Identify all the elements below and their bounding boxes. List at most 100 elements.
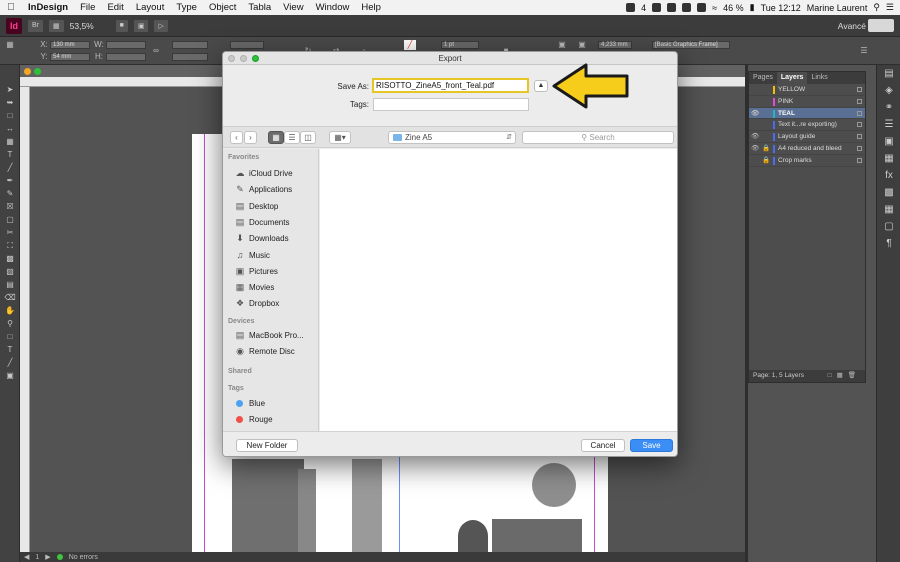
fit-frame-icon[interactable]: ▣ (576, 40, 588, 50)
swatches-panel-icon[interactable]: ▦ (877, 150, 900, 167)
width-field[interactable] (106, 41, 146, 49)
preflight-status[interactable]: No errors (69, 554, 98, 561)
layer-target-box[interactable] (857, 110, 862, 116)
location-popup[interactable]: Zine A5 ⇵ (388, 131, 516, 144)
menu-object[interactable]: Object (203, 2, 242, 13)
gap-tool-icon[interactable]: ↔ (0, 122, 20, 135)
object-style-field[interactable]: [Basic Graphics Frame] (652, 41, 730, 49)
sidebar-item[interactable]: ▤ Desktop (234, 200, 279, 213)
visibility-icon[interactable]: 👁 (751, 108, 759, 120)
rotation-field[interactable] (230, 41, 264, 49)
lock-icon[interactable]: 🔒 (762, 143, 770, 155)
reference-point-icon[interactable]: ▦ (4, 40, 16, 50)
tab-pages[interactable]: Pages (749, 72, 777, 84)
sidebar-item[interactable]: ♫ Music (234, 249, 270, 262)
lock-icon[interactable]: 🔒 (762, 155, 770, 167)
menu-table[interactable]: Tabla (242, 2, 277, 13)
save-button[interactable]: Save (630, 439, 673, 452)
menu-type[interactable]: Type (170, 2, 203, 13)
sidebar-item[interactable]: ▦ Movies (234, 281, 275, 294)
pages-panel-icon[interactable]: ▤ (877, 65, 900, 82)
view-options-button[interactable]: ▦ (49, 19, 64, 32)
menu-edit[interactable]: Edit (101, 2, 129, 13)
lock-status-icon[interactable] (697, 3, 707, 12)
menu-window[interactable]: Window (310, 2, 356, 13)
minimize-window-icon[interactable] (240, 55, 247, 62)
expand-dialog-button[interactable]: ▲ (534, 80, 548, 92)
links-panel-icon[interactable]: ⚭ (877, 99, 900, 116)
visibility-icon[interactable]: 👁 (751, 143, 759, 155)
fitting-icon[interactable]: ▣ (556, 40, 568, 50)
sidebar-item[interactable]: ❖ Dropbox (234, 297, 279, 310)
content-collector-icon[interactable]: ▦ (0, 135, 20, 148)
sidebar-item[interactable]: ▣ Pictures (234, 265, 278, 278)
layer-row[interactable]: 👁 TEAL (749, 107, 865, 120)
extension-status-icon[interactable] (682, 3, 692, 12)
measure-field[interactable]: 4,233 mm (598, 41, 632, 49)
apple-menu-icon[interactable]:  (0, 2, 22, 13)
icon-view-button[interactable]: ▦ (268, 131, 284, 144)
layers-footer-actions[interactable]: □▦🗑 (828, 370, 861, 382)
scissors-tool-icon[interactable]: ✂ (0, 226, 20, 239)
close-window-icon[interactable] (228, 55, 235, 62)
layers-panel-icon[interactable]: ◈ (877, 82, 900, 99)
layer-target-box[interactable] (857, 98, 862, 104)
layer-row[interactable]: PINK (749, 96, 865, 108)
layer-target-box[interactable] (857, 87, 862, 92)
gradient-swatch-tool-icon[interactable]: ▩ (0, 252, 20, 265)
first-page-icon[interactable]: ◀ (24, 553, 29, 561)
layer-row[interactable]: 👁 🔒 A4 reduced and bleed (749, 143, 865, 155)
stroke-panel-icon[interactable]: ☰ (877, 116, 900, 133)
formatting-affects-icon[interactable]: T (0, 343, 20, 356)
menu-help[interactable]: Help (355, 2, 387, 13)
arrange-button[interactable]: ▦▾ (329, 131, 351, 144)
free-transform-tool-icon[interactable]: ⛶ (0, 239, 20, 252)
battery-icon[interactable]: ▮ (750, 2, 755, 13)
layer-row[interactable]: YELLOW (749, 84, 865, 96)
eyedropper-tool-icon[interactable]: ⌫ (0, 291, 20, 304)
hand-tool-icon[interactable]: ✋ (0, 304, 20, 317)
tags-input[interactable] (373, 98, 529, 111)
vertical-ruler[interactable] (20, 87, 30, 552)
height-field[interactable] (106, 53, 146, 61)
paragraph-styles-panel-icon[interactable]: ¶ (877, 235, 900, 252)
new-folder-button[interactable]: New Folder (236, 439, 298, 452)
zoom-tool-icon[interactable]: ⚲ (0, 317, 20, 330)
sidebar-item[interactable]: ✎ Applications (234, 183, 292, 196)
layer-row[interactable]: 👁 Layout guide (749, 131, 865, 143)
note-tool-icon[interactable]: ▤ (0, 278, 20, 291)
object-styles-panel-icon[interactable]: ▢ (877, 218, 900, 235)
fill-none-icon[interactable]: ╱ (404, 40, 416, 50)
screen-mode-icon[interactable]: ▣ (0, 369, 20, 382)
bridge-button[interactable]: Br (28, 19, 43, 32)
clock[interactable]: Tue 12:12 (761, 3, 801, 13)
tab-layers[interactable]: Layers (776, 72, 808, 84)
page-tool-icon[interactable]: □ (0, 109, 20, 122)
rectangle-frame-tool-icon[interactable]: ☒ (0, 200, 20, 213)
menu-layout[interactable]: Layout (130, 2, 171, 13)
color-panel-icon[interactable]: ▣ (877, 133, 900, 150)
share-button[interactable]: ▷ (154, 19, 168, 32)
sidebar-item[interactable]: ☁ iCloud Drive (234, 167, 293, 180)
selection-tool-icon[interactable]: ➤ (0, 83, 20, 96)
visibility-icon[interactable]: 👁 (751, 131, 759, 143)
apply-none-icon[interactable]: ╱ (0, 356, 20, 369)
scale-x-field[interactable] (172, 41, 208, 49)
layer-target-box[interactable] (857, 134, 862, 140)
pen-tool-icon[interactable]: ✒ (0, 174, 20, 187)
filename-input[interactable]: RISOTTO_ZineA5_front_Teal.pdf (372, 78, 529, 93)
stroke-weight-field[interactable]: 1 pt (441, 41, 479, 49)
help-search-field[interactable] (868, 19, 894, 32)
sidebar-item[interactable]: ▤ MacBook Pro... (234, 329, 304, 342)
sidebar-item[interactable]: ◉ Remote Disc (234, 345, 295, 358)
panel-menu-icon[interactable]: ☰ (858, 46, 870, 56)
rectangle-tool-icon[interactable]: ▢ (0, 213, 20, 226)
sync-status-icon[interactable] (667, 3, 677, 12)
text-wrap-panel-icon[interactable]: ▦ (877, 201, 900, 218)
back-button[interactable]: ‹ (230, 131, 243, 144)
layer-row[interactable]: 🔒 Crop marks (749, 155, 865, 167)
sidebar-item[interactable]: ⬇ Downloads (234, 232, 288, 245)
search-input[interactable]: ⚲ Search (522, 131, 674, 144)
layer-target-box[interactable] (857, 157, 862, 163)
arrange-documents-button[interactable]: ▣ (133, 19, 149, 32)
